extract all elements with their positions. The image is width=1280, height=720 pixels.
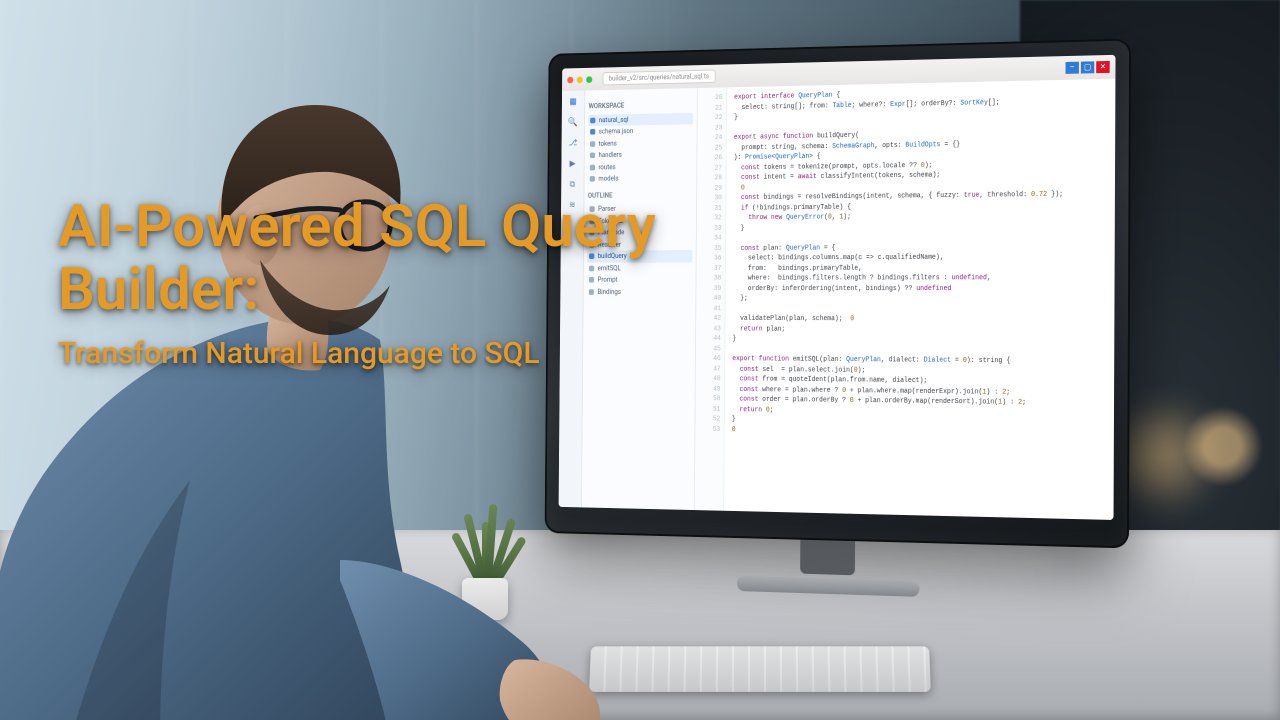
- path-breadcrumb: builder_v2/src/queries/natural_sql.ts: [603, 69, 716, 85]
- sidebar-item-label: Bindings: [597, 287, 621, 297]
- extensions-icon[interactable]: ⧉: [566, 179, 578, 192]
- line-gutter: 20 21 22 23 24 25 26 27 28 29 30 31 32 3…: [695, 87, 727, 510]
- code-area[interactable]: export interface QueryPlan { select: str…: [724, 79, 1115, 520]
- minimize-icon[interactable]: [577, 76, 583, 83]
- file-icon: [590, 117, 595, 123]
- file-icon: [590, 141, 595, 147]
- monitor-stand: [737, 533, 920, 597]
- sidebar-item-label: handlers: [599, 150, 622, 160]
- symbol-icon: [589, 242, 594, 248]
- sidebar: WORKSPACE natural_sql schema.json tokens: [582, 88, 698, 510]
- promo-scene: builder_v2/src/queries/natural_sql.ts – …: [0, 0, 1280, 720]
- sidebar-item-label: emitSQL: [598, 263, 621, 273]
- window-controls: – ▢ ✕: [1065, 61, 1109, 74]
- sidebar-item[interactable]: Bindings: [587, 286, 692, 298]
- monitor-screen: builder_v2/src/queries/natural_sql.ts – …: [559, 55, 1116, 520]
- ide: ▦ 🔍 ⎇ ▶ ⧉ ≋ WORKSPACE natural_sql sc: [559, 79, 1116, 520]
- database-icon[interactable]: ≋: [566, 200, 578, 213]
- sidebar-item-label: PlanNode: [598, 228, 625, 238]
- symbol-icon: [589, 277, 594, 283]
- sidebar-item-label: schema.json: [599, 126, 634, 137]
- sidebar-item-label: tokens: [599, 138, 617, 148]
- headline-subtitle: Transform Natural Language to SQL: [58, 335, 598, 373]
- symbol-icon: [589, 206, 594, 212]
- sidebar-item[interactable]: handlers: [588, 148, 693, 161]
- symbol-icon: [589, 218, 594, 224]
- zoom-icon[interactable]: [586, 76, 592, 83]
- sidebar-item[interactable]: PlanNode: [588, 226, 693, 239]
- sidebar-item[interactable]: emitSQL: [587, 262, 692, 274]
- sidebar-item[interactable]: buildQuery: [587, 250, 692, 262]
- sidebar-item-label: natural_sql: [599, 115, 629, 125]
- symbol-icon: [589, 289, 594, 295]
- monitor: builder_v2/src/queries/natural_sql.ts – …: [545, 38, 1131, 548]
- activity-rail: ▦ 🔍 ⎇ ▶ ⧉ ≋: [559, 91, 586, 508]
- sidebar-item-label: Resolver: [598, 240, 621, 250]
- close-icon[interactable]: [567, 76, 573, 83]
- code-editor[interactable]: 20 21 22 23 24 25 26 27 28 29 30 31 32 3…: [695, 79, 1116, 520]
- sidebar-item-label: models: [598, 174, 618, 184]
- file-icon: [590, 153, 595, 159]
- sidebar-item-label: Prompt: [598, 275, 618, 285]
- win-minimize-icon[interactable]: –: [1065, 62, 1078, 74]
- sidebar-item-label: Tokenizer: [598, 216, 624, 226]
- sidebar-item-label: routes: [598, 162, 615, 172]
- file-icon: [590, 164, 595, 170]
- symbol-icon: [589, 230, 594, 236]
- win-close-icon[interactable]: ✕: [1096, 61, 1110, 73]
- file-icon: [590, 129, 595, 135]
- sidebar-item[interactable]: Parser: [588, 202, 693, 215]
- sidebar-item-label: buildQuery: [598, 251, 627, 261]
- keyboard: [589, 646, 931, 692]
- symbol-icon: [589, 254, 594, 260]
- file-icon: [590, 176, 595, 182]
- search-icon[interactable]: 🔍: [567, 117, 579, 130]
- traffic-lights: [567, 76, 592, 83]
- sidebar-item[interactable]: Resolver: [587, 238, 692, 250]
- sidebar-item-label: Parser: [598, 204, 616, 214]
- sidebar-item[interactable]: models: [588, 172, 693, 185]
- symbol-icon: [589, 265, 594, 271]
- debug-icon[interactable]: ▶: [567, 158, 579, 171]
- sidebar-group-outline: OUTLINE: [588, 190, 693, 201]
- win-maximize-icon[interactable]: ▢: [1081, 61, 1094, 73]
- branch-icon[interactable]: ⎇: [567, 138, 579, 151]
- sidebar-item[interactable]: Tokenizer: [588, 214, 693, 227]
- sidebar-group-workspace: WORKSPACE: [589, 100, 694, 112]
- explorer-icon[interactable]: ▦: [567, 96, 579, 109]
- sidebar-item[interactable]: Prompt: [587, 274, 692, 286]
